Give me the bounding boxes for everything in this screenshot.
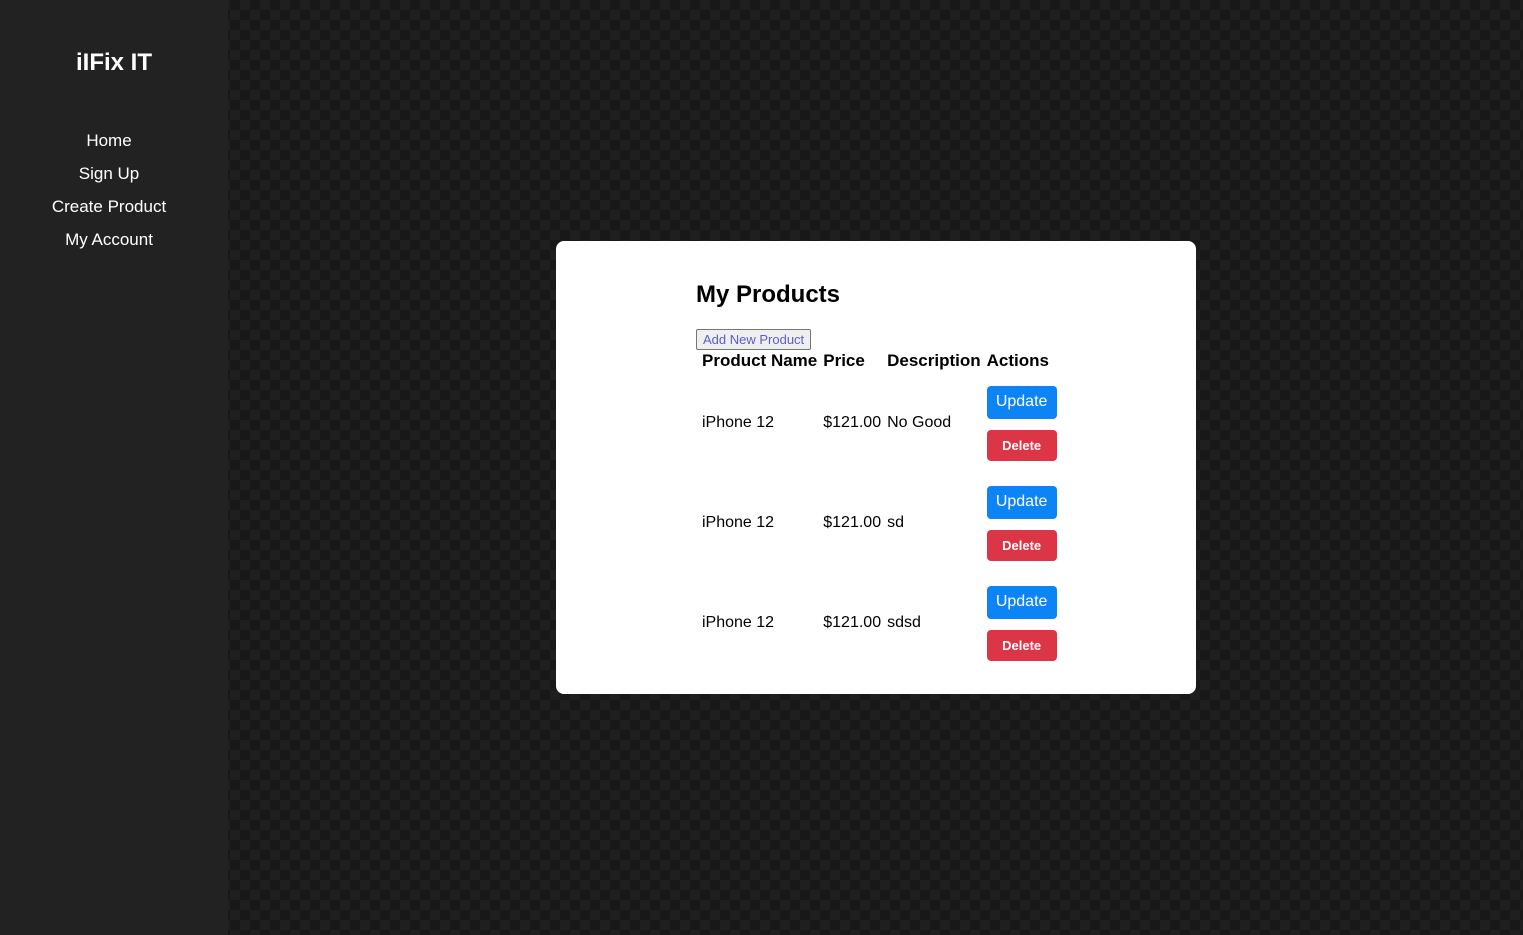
column-header-description: Description (887, 351, 981, 370)
table-row: iPhone 12 $121.00 sdsd Update Delete (699, 573, 1060, 673)
page-title: My Products (696, 281, 841, 308)
column-header-price: Price (823, 351, 865, 370)
add-new-product-button[interactable]: Add New Product (696, 329, 812, 350)
sidebar-item-create-product[interactable]: Create Product (0, 196, 218, 229)
price-cell: $121.00 (823, 514, 882, 531)
update-button[interactable]: Update (986, 485, 1057, 519)
brand-logo[interactable]: iIFix IT (0, 49, 228, 77)
sidebar-item-sign-up[interactable]: Sign Up (0, 163, 218, 196)
price-cell: $121.00 (823, 414, 882, 431)
update-button[interactable]: Update (986, 585, 1057, 619)
delete-button[interactable]: Delete (986, 429, 1057, 461)
product-name-cell: iPhone 12 (702, 614, 775, 631)
update-button[interactable]: Update (986, 385, 1057, 419)
description-cell: sd (887, 514, 904, 531)
sidebar-item-my-account[interactable]: My Account (0, 229, 218, 262)
column-header-actions: Actions (986, 351, 1049, 370)
product-name-cell: iPhone 12 (702, 514, 775, 531)
table-row: iPhone 12 $121.00 No Good Update Delete (699, 373, 1060, 473)
delete-button[interactable]: Delete (986, 529, 1057, 561)
description-cell: sdsd (887, 614, 921, 631)
price-cell: $121.00 (823, 614, 882, 631)
products-card: My Products Add New Product Product Name… (556, 241, 1196, 694)
actions-cell: Update Delete (984, 473, 1060, 573)
actions-cell: Update Delete (984, 573, 1060, 673)
sidebar-nav: Home Sign Up Create Product My Account (0, 130, 218, 262)
products-table: Product Name Price Description Actions i… (699, 349, 1060, 673)
sidebar: iIFix IT Home Sign Up Create Product My … (0, 0, 228, 935)
column-header-product-name: Product Name (702, 351, 818, 370)
actions-cell: Update Delete (984, 373, 1060, 473)
description-cell: No Good (887, 414, 952, 431)
sidebar-item-home[interactable]: Home (0, 130, 218, 163)
product-name-cell: iPhone 12 (702, 414, 775, 431)
table-row: iPhone 12 $121.00 sd Update Delete (699, 473, 1060, 573)
delete-button[interactable]: Delete (986, 629, 1057, 661)
table-header-row: Product Name Price Description Actions (699, 349, 1060, 373)
